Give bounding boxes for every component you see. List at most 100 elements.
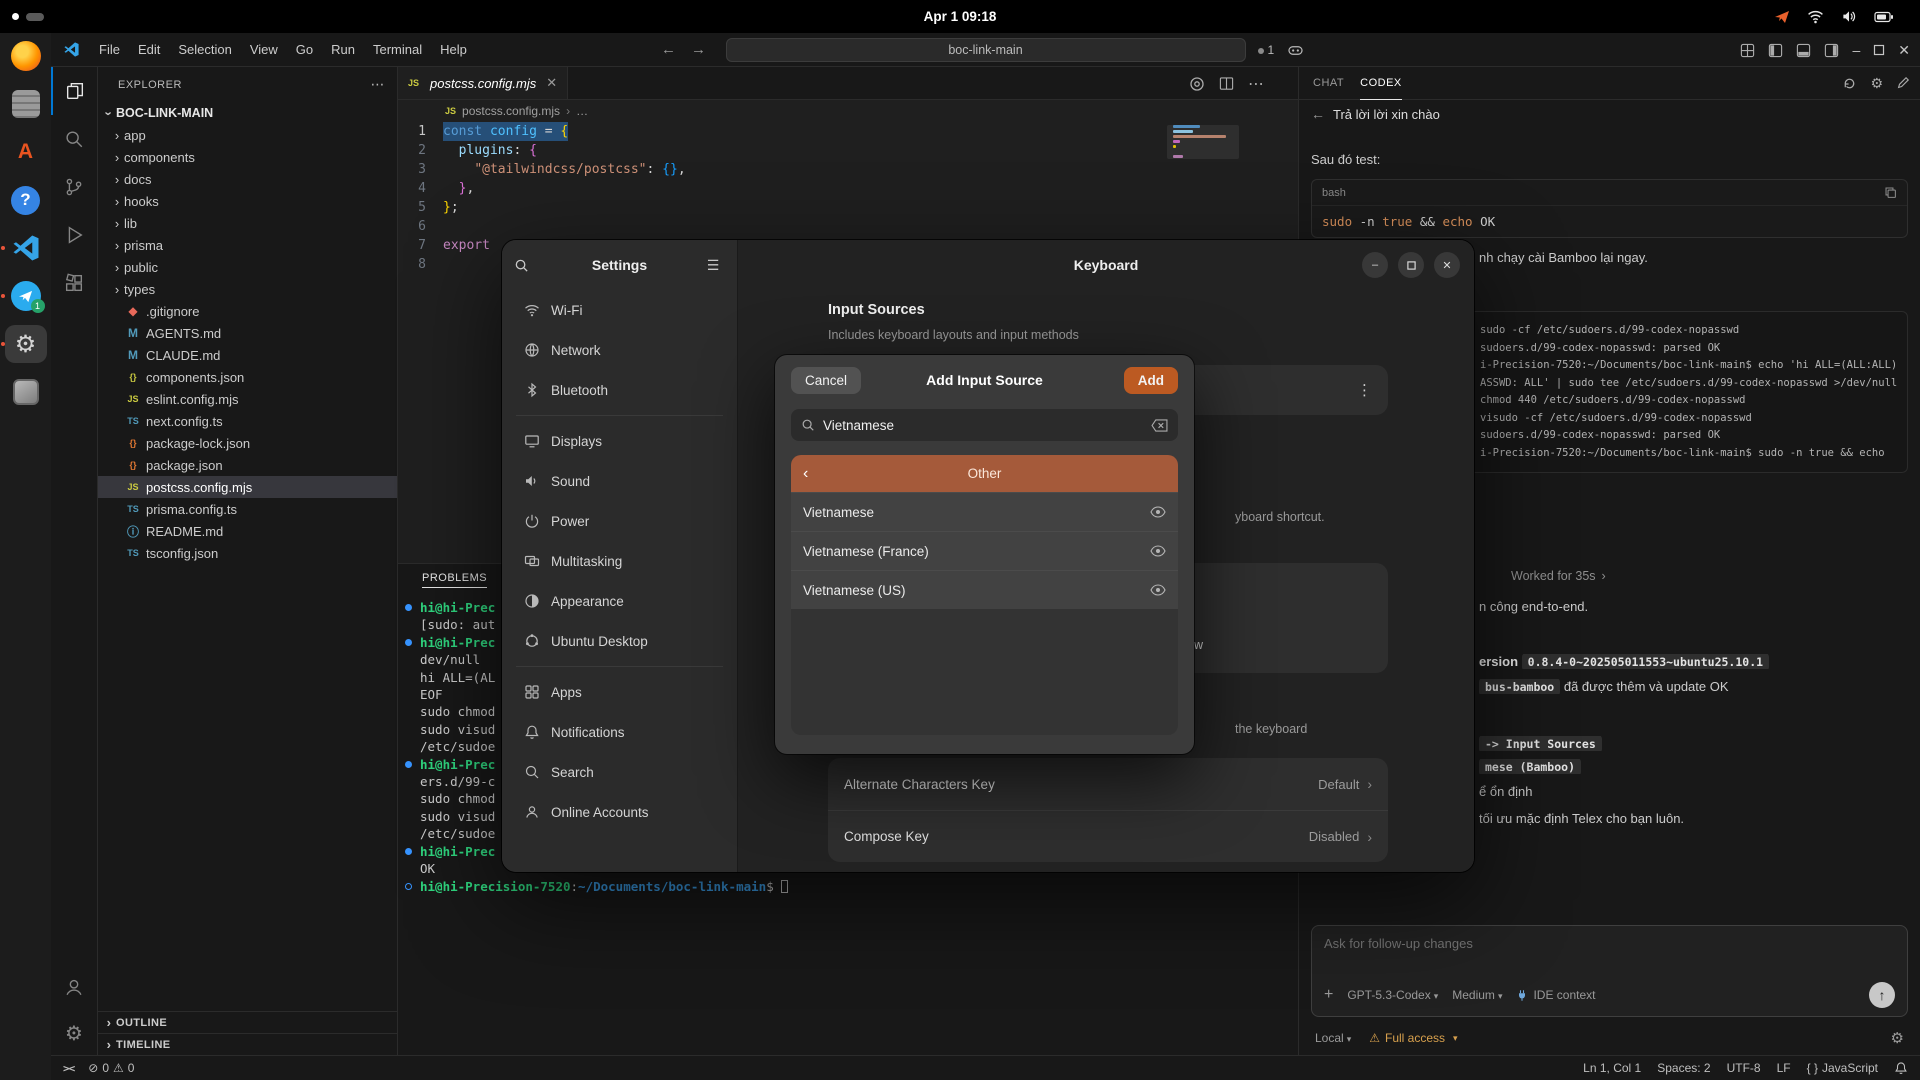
- code-line[interactable]: 3 "@tailwindcss/postcss": {},: [398, 160, 1298, 179]
- outline-section[interactable]: ›OUTLINE: [98, 1011, 397, 1033]
- run-debug-icon[interactable]: [51, 211, 98, 259]
- tab-close-icon[interactable]: ✕: [546, 75, 557, 91]
- search-icon[interactable]: [51, 115, 98, 163]
- tree-file-package.json[interactable]: {}package.json: [98, 454, 397, 476]
- copilot-icon[interactable]: [1288, 44, 1303, 57]
- language-option-vietnamese-france-[interactable]: Vietnamese (France): [791, 531, 1178, 570]
- toggle-sidebar-icon[interactable]: [1768, 43, 1783, 58]
- dock-settings[interactable]: ⚙: [5, 325, 47, 363]
- close-button[interactable]: ✕: [1898, 42, 1910, 59]
- composer-gear-icon[interactable]: ⚙: [1891, 1029, 1904, 1047]
- extensions-icon[interactable]: [51, 259, 98, 307]
- code-line[interactable]: 6: [398, 217, 1298, 236]
- settings-item-displays[interactable]: Displays: [508, 421, 731, 461]
- menu-view[interactable]: View: [241, 33, 287, 67]
- followup-input-box[interactable]: + GPT-5.3-Codex▾ Medium▾ IDE context ↑: [1311, 925, 1908, 1017]
- settings-item-multitasking[interactable]: Multitasking: [508, 541, 731, 581]
- dock-firefox[interactable]: [5, 37, 47, 75]
- dock-archive-manager[interactable]: [5, 85, 47, 123]
- tree-folder-prisma[interactable]: ›prisma: [98, 234, 397, 256]
- tree-file-AGENTS.md[interactable]: MAGENTS.md: [98, 322, 397, 344]
- environment-selector[interactable]: Local▾: [1315, 1031, 1351, 1045]
- tab-postcss-config[interactable]: JS postcss.config.mjs ✕: [398, 67, 568, 99]
- code-line[interactable]: 5};: [398, 198, 1298, 217]
- explorer-more-icon[interactable]: ⋯: [371, 76, 386, 93]
- tree-folder-lib[interactable]: ›lib: [98, 212, 397, 234]
- preview-eye-icon[interactable]: [1150, 545, 1166, 557]
- settings-item-sound[interactable]: Sound: [508, 461, 731, 501]
- menu-go[interactable]: Go: [287, 33, 322, 67]
- eol[interactable]: LF: [1777, 1061, 1791, 1075]
- tab-chat[interactable]: CHAT: [1313, 67, 1344, 100]
- encoding[interactable]: UTF-8: [1727, 1061, 1761, 1075]
- history-icon[interactable]: [1842, 76, 1857, 91]
- copy-icon[interactable]: [1884, 186, 1897, 199]
- language-option-vietnamese-us-[interactable]: Vietnamese (US): [791, 570, 1178, 609]
- tree-folder-public[interactable]: ›public: [98, 256, 397, 278]
- language-mode[interactable]: { }JavaScript: [1807, 1061, 1878, 1075]
- tree-file-postcss.config.mjs[interactable]: JSpostcss.config.mjs: [98, 476, 397, 498]
- notifications-bell-icon[interactable]: [1894, 1061, 1908, 1075]
- dock-vscode[interactable]: [5, 229, 47, 267]
- followup-input[interactable]: [1324, 936, 1895, 951]
- menu-help[interactable]: Help: [431, 33, 476, 67]
- breadcrumb[interactable]: JS postcss.config.mjs › …: [398, 100, 1298, 122]
- panel-tab-problems[interactable]: PROBLEMS: [422, 572, 487, 588]
- indentation[interactable]: Spaces: 2: [1657, 1061, 1710, 1075]
- minimap[interactable]: [1173, 125, 1233, 165]
- toggle-secondary-sidebar-icon[interactable]: [1824, 43, 1839, 58]
- menu-edit[interactable]: Edit: [129, 33, 169, 67]
- tree-file-CLAUDE.md[interactable]: MCLAUDE.md: [98, 344, 397, 366]
- settings-minimize-button[interactable]: –: [1362, 252, 1388, 278]
- tree-folder-app[interactable]: ›app: [98, 124, 397, 146]
- row-menu-icon[interactable]: ⋮: [1357, 381, 1372, 399]
- dock-boxes[interactable]: [5, 373, 47, 411]
- codex-settings-icon[interactable]: ⚙: [1870, 75, 1883, 92]
- problems-indicator[interactable]: ⊘0 ⚠0: [88, 1061, 134, 1075]
- remote-indicator[interactable]: ><: [63, 1062, 74, 1075]
- dock-app-center[interactable]: A: [5, 133, 47, 171]
- send-button[interactable]: ↑: [1869, 982, 1895, 1008]
- group-header-other[interactable]: ‹ Other: [791, 455, 1178, 492]
- settings-item-bluetooth[interactable]: Bluetooth: [508, 370, 731, 410]
- tab-codex[interactable]: CODEX: [1360, 67, 1402, 100]
- notification-indicator[interactable]: 1: [1258, 43, 1275, 57]
- thread-header[interactable]: ← Trả lời lời xin chào: [1311, 102, 1908, 126]
- clock[interactable]: Apr 1 09:18: [924, 9, 997, 24]
- cancel-button[interactable]: Cancel: [791, 367, 861, 394]
- new-chat-icon[interactable]: [1896, 76, 1910, 90]
- codex-logo-icon[interactable]: [1189, 76, 1205, 92]
- cursor-position[interactable]: Ln 1, Col 1: [1583, 1061, 1641, 1075]
- activities-indicator[interactable]: [12, 13, 44, 21]
- effort-selector[interactable]: Medium▾: [1452, 988, 1502, 1002]
- split-editor-icon[interactable]: [1219, 76, 1234, 91]
- settings-item-wi-fi[interactable]: Wi-Fi: [508, 290, 731, 330]
- tree-file-next.config.ts[interactable]: TSnext.config.ts: [98, 410, 397, 432]
- toggle-panel-icon[interactable]: [1796, 43, 1811, 58]
- battery-icon[interactable]: [1874, 11, 1894, 23]
- maximize-button[interactable]: [1873, 44, 1885, 56]
- alternate-characters-row[interactable]: Alternate Characters Key Default›: [828, 758, 1388, 810]
- menu-file[interactable]: File: [90, 33, 129, 67]
- tree-file-package-lock.json[interactable]: {}package-lock.json: [98, 432, 397, 454]
- tree-folder-hooks[interactable]: ›hooks: [98, 190, 397, 212]
- tree-file-eslint.config.mjs[interactable]: JSeslint.config.mjs: [98, 388, 397, 410]
- tree-file-tsconfig.json[interactable]: TStsconfig.json: [98, 542, 397, 564]
- timeline-section[interactable]: ›TIMELINE: [98, 1033, 397, 1055]
- add-button[interactable]: Add: [1124, 367, 1178, 394]
- nav-forward-icon[interactable]: →: [691, 33, 706, 67]
- settings-maximize-button[interactable]: [1398, 252, 1424, 278]
- language-search-input[interactable]: [823, 418, 1143, 433]
- explorer-icon[interactable]: [51, 67, 98, 115]
- settings-item-ubuntu-desktop[interactable]: Ubuntu Desktop: [508, 621, 731, 661]
- ide-context-toggle[interactable]: IDE context: [1516, 988, 1595, 1002]
- code-line[interactable]: 2 plugins: {: [398, 141, 1298, 160]
- model-selector[interactable]: GPT-5.3-Codex▾: [1347, 988, 1438, 1002]
- code-line[interactable]: 1const config = {: [398, 122, 1298, 141]
- minimize-button[interactable]: –: [1852, 42, 1860, 58]
- settings-item-notifications[interactable]: Notifications: [508, 712, 731, 752]
- editor-more-icon[interactable]: ⋯: [1248, 74, 1264, 94]
- back-arrow-icon[interactable]: ←: [1311, 106, 1325, 122]
- settings-item-online-accounts[interactable]: Online Accounts: [508, 792, 731, 832]
- menu-run[interactable]: Run: [322, 33, 364, 67]
